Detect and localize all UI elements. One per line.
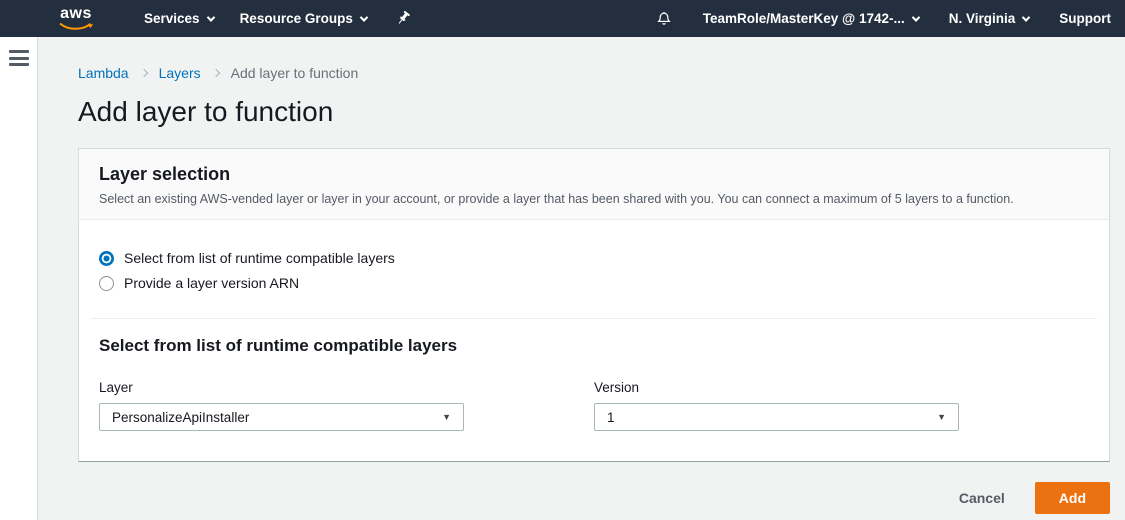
pin-icon[interactable] [395,10,412,27]
breadcrumb-lambda-link[interactable]: Lambda [78,65,129,81]
main-content: Lambda Layers Add layer to function Add … [38,37,1125,520]
add-button[interactable]: Add [1035,482,1110,514]
chevron-down-icon [911,13,919,21]
page-title: Add layer to function [78,96,1110,128]
breadcrumb-current: Add layer to function [231,65,359,81]
layer-selection-card: Layer selection Select an existing AWS-v… [78,148,1110,462]
footer-actions: Cancel Add [78,482,1110,514]
layer-source-radio-group: Select from list of runtime compatible l… [79,220,1109,318]
layer-field: Layer PersonalizeApiInstaller ▼ [99,380,594,431]
version-select[interactable]: 1 ▼ [594,403,959,431]
chevron-down-icon [1022,13,1030,21]
radio-unselected-icon[interactable] [99,276,114,291]
aws-logo-text: aws [60,6,92,22]
dropdown-arrow-icon: ▼ [442,412,451,422]
breadcrumb: Lambda Layers Add layer to function [78,65,1110,81]
version-field-label: Version [594,380,1089,395]
cancel-button[interactable]: Cancel [959,490,1005,506]
aws-smile-icon [58,22,94,31]
dropdown-arrow-icon: ▼ [937,412,946,422]
card-description: Select an existing AWS-vended layer or l… [99,192,1089,206]
radio-selected-icon[interactable] [99,251,114,266]
layer-field-label: Layer [99,380,594,395]
card-title: Layer selection [99,164,1089,185]
left-sidebar-rail [0,37,38,520]
section-title: Select from list of runtime compatible l… [99,336,1089,356]
version-field: Version 1 ▼ [594,380,1089,431]
aws-logo[interactable]: aws [58,6,94,31]
account-menu[interactable]: TeamRole/MasterKey @ 1742-... [703,11,919,26]
layer-select[interactable]: PersonalizeApiInstaller ▼ [99,403,464,431]
chevron-down-icon [360,13,368,21]
runtime-compatible-layers-section: Select from list of runtime compatible l… [79,319,1109,461]
hamburger-menu-icon[interactable] [9,50,29,66]
breadcrumb-layers-link[interactable]: Layers [159,65,201,81]
region-menu[interactable]: N. Virginia [949,11,1030,26]
services-menu[interactable]: Services [144,11,214,26]
chevron-right-icon [211,69,219,77]
radio-layer-version-arn[interactable]: Provide a layer version ARN [99,275,1089,291]
support-menu[interactable]: Support [1059,11,1111,26]
chevron-right-icon [139,69,147,77]
chevron-down-icon [206,13,214,21]
notifications-bell-icon[interactable] [655,10,673,28]
radio-runtime-compatible-layers[interactable]: Select from list of runtime compatible l… [99,250,1089,266]
resource-groups-menu[interactable]: Resource Groups [240,11,367,26]
card-header: Layer selection Select an existing AWS-v… [79,149,1109,220]
top-navbar: aws Services Resource Groups [0,0,1125,37]
